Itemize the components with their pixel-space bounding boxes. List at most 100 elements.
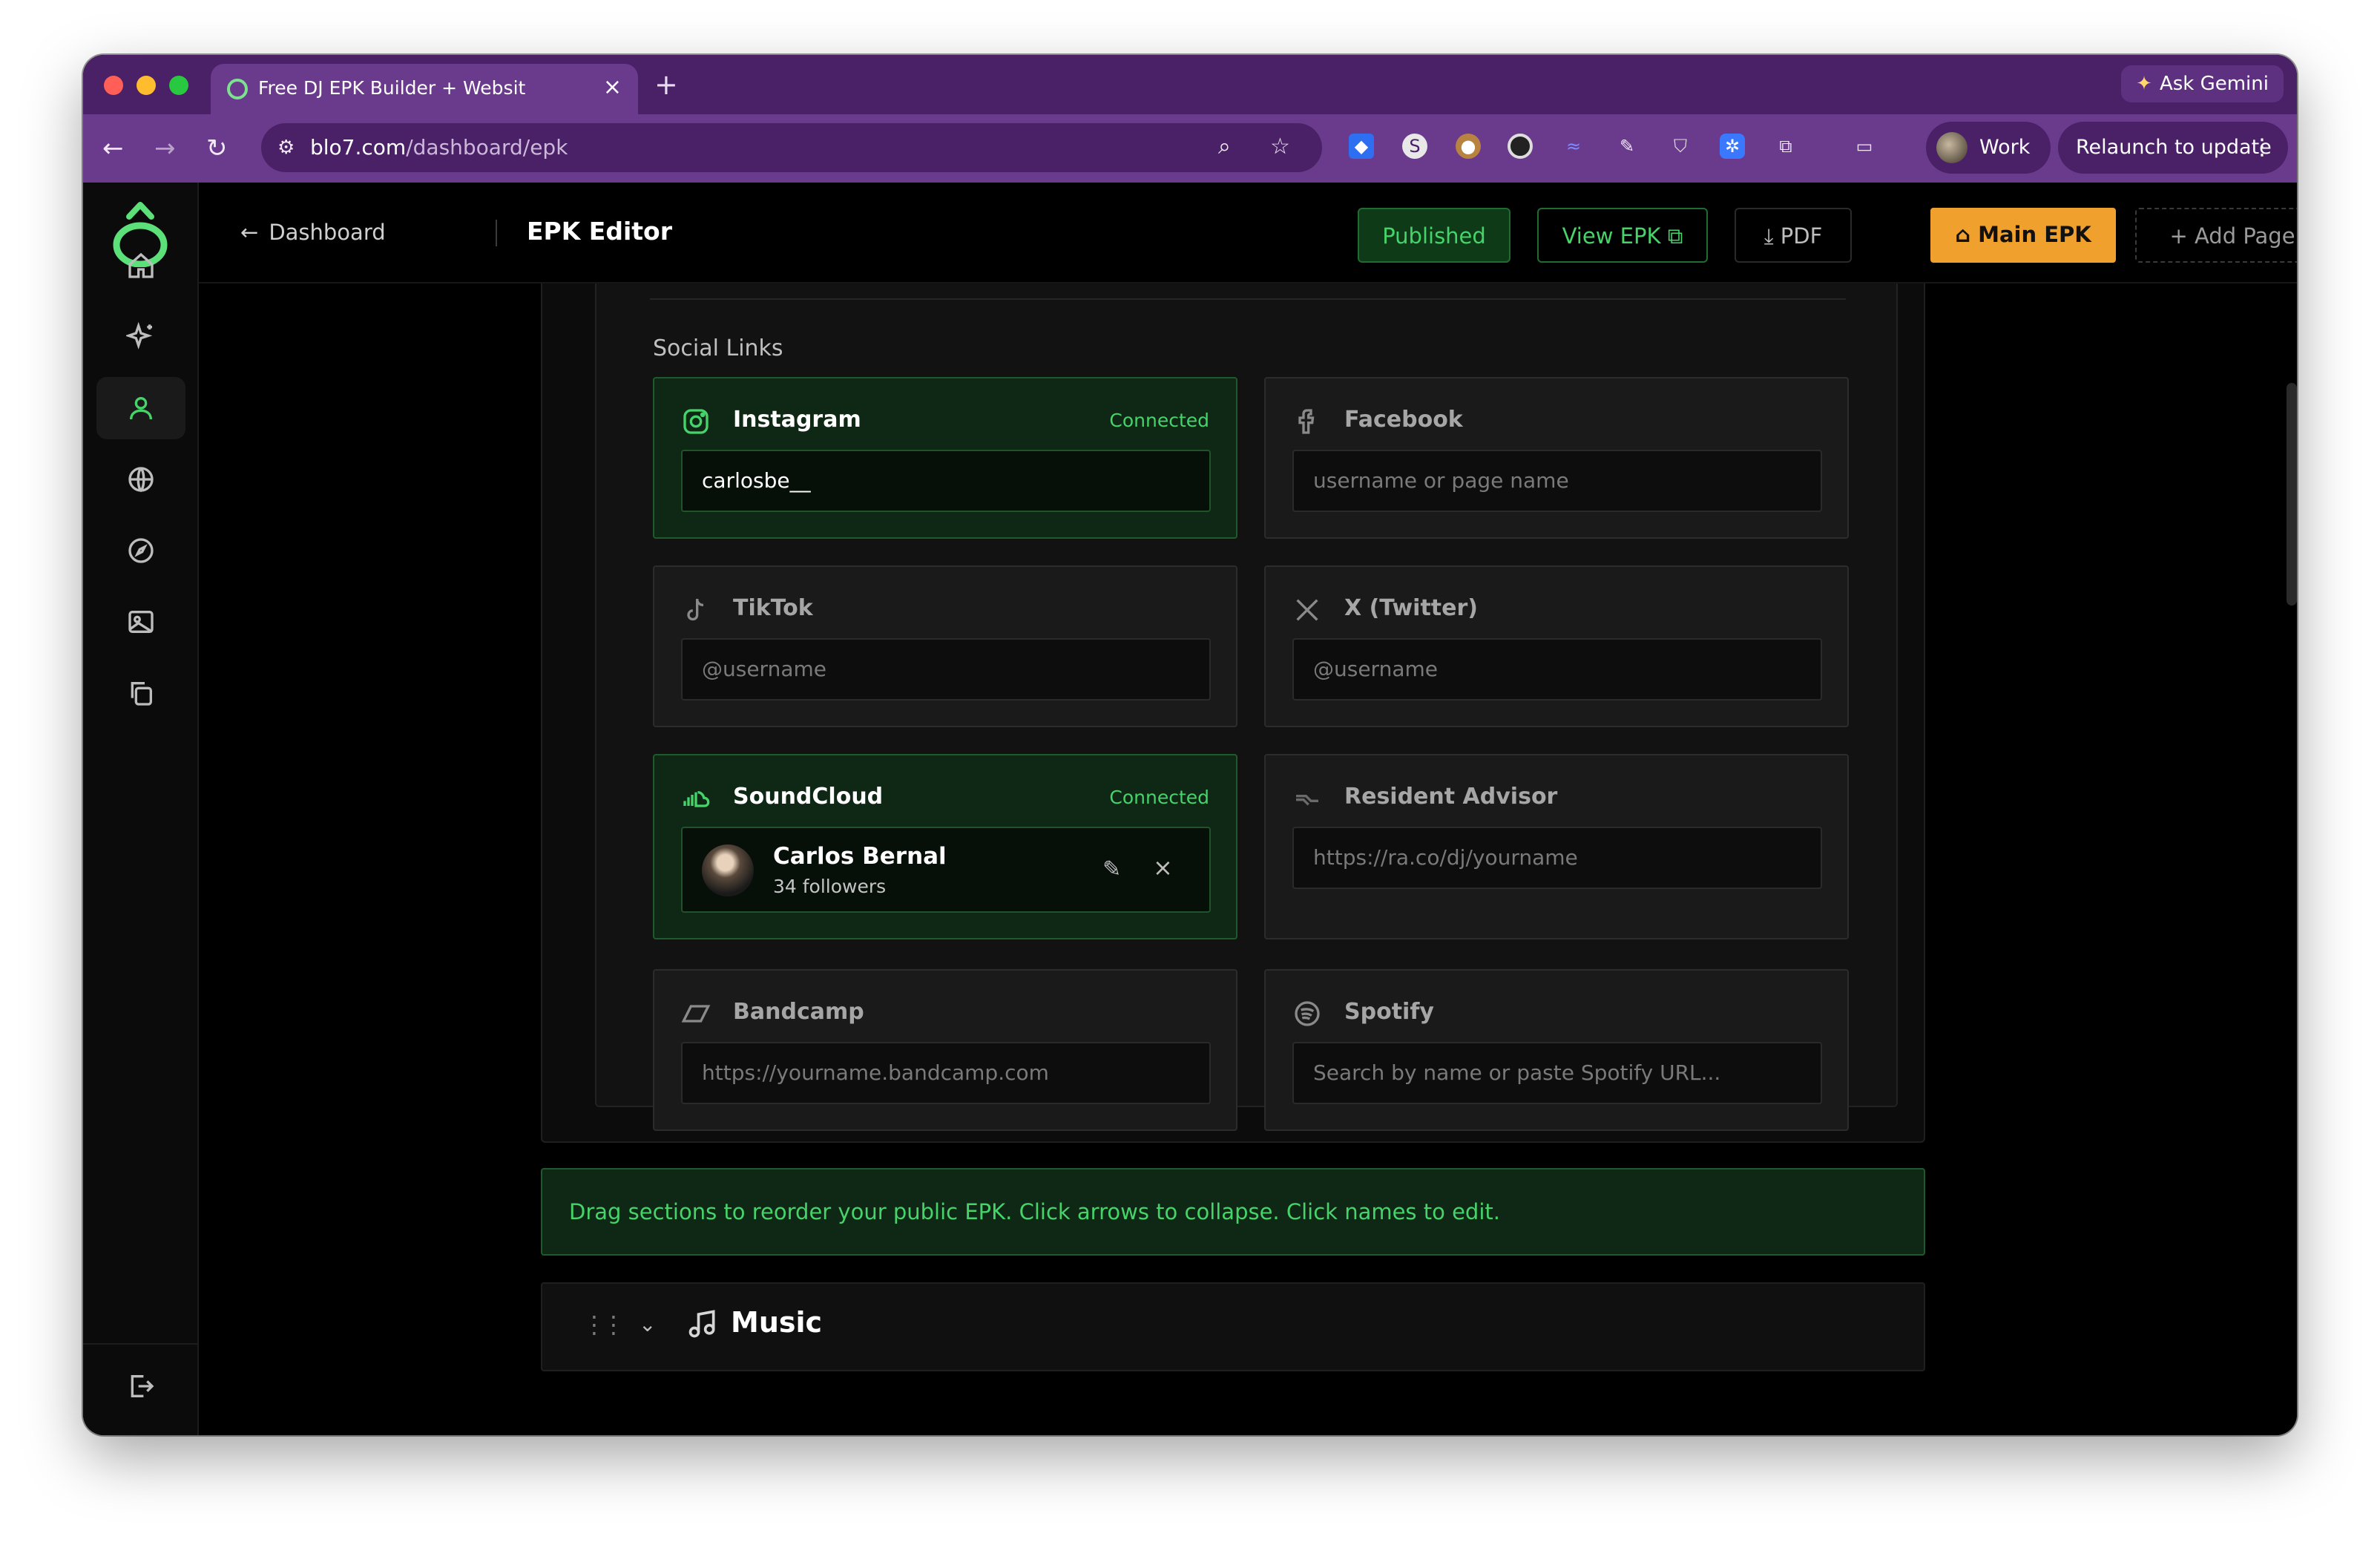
address-bar[interactable]: ⚙ blo7.com/dashboard/epk ⌕ ☆ xyxy=(261,123,1322,172)
published-status-button[interactable]: Published xyxy=(1358,208,1510,263)
main-epk-button[interactable]: ⌂ Main EPK xyxy=(1930,208,2116,263)
sidebar-item-profile[interactable] xyxy=(96,377,185,439)
sidebar-item-logout[interactable] xyxy=(96,1355,185,1417)
profile-avatar xyxy=(1936,132,1968,163)
panel-divider xyxy=(650,298,1846,300)
minimize-window-button[interactable] xyxy=(137,76,156,95)
back-arrow-icon: ← xyxy=(240,220,259,245)
facebook-input[interactable]: username or page name xyxy=(1292,450,1822,512)
extension-disc-icon[interactable] xyxy=(1508,134,1533,159)
page-title: EPK Editor xyxy=(527,217,672,246)
relaunch-button[interactable]: Relaunch to update ⋮ xyxy=(2058,122,2288,174)
sidebar-item-pages[interactable] xyxy=(96,662,185,724)
spotify-search-input[interactable]: Search by name or paste Spotify URL... xyxy=(1292,1042,1822,1104)
user-icon xyxy=(130,397,152,420)
resident-advisor-input[interactable]: https://ra.co/dj/yourname xyxy=(1292,827,1822,889)
avatar xyxy=(702,844,754,896)
sidebar-item-website[interactable] xyxy=(96,448,185,511)
bandcamp-input[interactable]: https://yourname.bandcamp.com xyxy=(681,1042,1211,1104)
pdf-label: PDF xyxy=(1780,223,1823,249)
page-scrollbar[interactable] xyxy=(2287,383,2297,606)
soundcloud-status: Connected xyxy=(1109,787,1209,808)
home-icon: ⌂ xyxy=(1955,222,1970,247)
drag-handle-icon[interactable]: ⋮⋮ xyxy=(582,1311,625,1339)
sparkles-icon xyxy=(126,322,153,350)
extension-wave-icon[interactable]: ≈ xyxy=(1561,134,1586,159)
sidebar-item-home[interactable] xyxy=(96,234,185,297)
bandcamp-icon xyxy=(681,1005,711,1023)
extension-pen-icon[interactable]: ✎ xyxy=(1614,134,1640,159)
sidebar-divider xyxy=(83,1343,199,1345)
extension-gear-icon[interactable]: ✲ xyxy=(1720,134,1745,159)
pdf-button[interactable]: ⤓ PDF xyxy=(1735,208,1852,263)
view-epk-button[interactable]: View EPK ⧉ xyxy=(1537,208,1708,263)
instagram-status: Connected xyxy=(1109,410,1209,431)
profile-label: Work xyxy=(1979,136,2031,159)
image-icon xyxy=(128,611,154,633)
extension-shield-icon[interactable]: ⛉ xyxy=(1668,134,1693,159)
spotify-card: Spotify Search by name or paste Spotify … xyxy=(1264,969,1849,1131)
new-tab-button[interactable]: + xyxy=(654,68,678,101)
close-icon[interactable]: × xyxy=(1153,853,1173,882)
tab-bar: Free DJ EPK Builder + Websit × + ✦ Ask Ge… xyxy=(83,55,2297,114)
editor-content: Social Links Instagram Connected carlosb… xyxy=(199,283,2297,1435)
zoom-icon[interactable]: ⌕ xyxy=(1218,134,1231,160)
tab-search-icon[interactable]: ▭ xyxy=(1852,134,1877,159)
twitter-card: X (Twitter) @username xyxy=(1264,565,1849,727)
chevron-down-icon[interactable]: ⌄ xyxy=(639,1312,656,1336)
back-label: Dashboard xyxy=(269,220,386,245)
instagram-input[interactable]: carlosbe__ xyxy=(681,450,1211,512)
instagram-label: Instagram xyxy=(733,407,861,433)
more-menu-icon[interactable]: ⋮ xyxy=(2251,122,2273,174)
extension-cookie-icon[interactable]: ● xyxy=(1456,134,1481,159)
music-note-icon xyxy=(688,1310,715,1338)
sidebar-item-ai[interactable] xyxy=(96,306,185,368)
ask-gemini-button[interactable]: ✦ Ask Gemini xyxy=(2121,65,2284,102)
extensions-puzzle-icon[interactable]: ⧉ xyxy=(1773,134,1798,159)
bookmark-star-icon[interactable]: ☆ xyxy=(1270,134,1290,160)
tiktok-input[interactable]: @username xyxy=(681,638,1211,701)
gemini-star-icon: ✦ xyxy=(2136,73,2152,95)
social-links-title: Social Links xyxy=(653,335,783,361)
site-info-icon[interactable]: ⚙ xyxy=(277,137,295,159)
compass-icon xyxy=(128,538,154,563)
back-arrow-icon[interactable]: ← xyxy=(102,134,124,163)
spotify-label: Spotify xyxy=(1344,999,1434,1025)
external-link-icon: ⧉ xyxy=(1667,223,1683,249)
extension-tag-icon[interactable]: ◆ xyxy=(1349,134,1374,159)
extension-s-icon[interactable]: S xyxy=(1402,134,1427,159)
twitter-input[interactable]: @username xyxy=(1292,638,1822,701)
reload-icon[interactable]: ↻ xyxy=(206,134,228,163)
music-section-title[interactable]: Music xyxy=(731,1306,822,1339)
logout-icon xyxy=(131,1375,154,1397)
back-to-dashboard-link[interactable]: ← Dashboard xyxy=(240,220,386,245)
reorder-hint-text: Drag sections to reorder your public EPK… xyxy=(569,1199,1500,1224)
browser-tab[interactable]: Free DJ EPK Builder + Websit × xyxy=(211,64,638,114)
maximize-window-button[interactable] xyxy=(169,76,188,95)
close-window-button[interactable] xyxy=(104,76,123,95)
main-epk-label: Main EPK xyxy=(1978,222,2091,247)
globe-icon xyxy=(128,467,154,493)
resident-advisor-label: Resident Advisor xyxy=(1344,784,1558,810)
add-page-button[interactable]: + Add Page xyxy=(2135,208,2297,263)
download-icon: ⤓ xyxy=(1763,223,1774,249)
pencil-icon[interactable]: ✎ xyxy=(1102,856,1121,882)
music-section-header[interactable]: ⋮⋮ ⌄ Music xyxy=(541,1282,1925,1371)
forward-arrow-icon[interactable]: → xyxy=(154,134,176,163)
ask-gemini-label: Ask Gemini xyxy=(2159,73,2269,95)
soundcloud-profile-card: Carlos Bernal 34 followers ✎ × xyxy=(681,827,1211,913)
url-text: blo7.com/dashboard/epk xyxy=(310,135,568,160)
profile-button[interactable]: Work xyxy=(1926,122,2051,174)
sidebar xyxy=(83,183,199,1435)
soundcloud-label: SoundCloud xyxy=(733,784,884,810)
browser-window: Free DJ EPK Builder + Websit × + ✦ Ask Ge… xyxy=(83,55,2297,1435)
bandcamp-label: Bandcamp xyxy=(733,999,864,1025)
tab-close-icon[interactable]: × xyxy=(603,74,622,100)
instagram-icon xyxy=(683,409,709,434)
reorder-hint-banner: Drag sections to reorder your public EPK… xyxy=(541,1168,1925,1256)
browser-toolbar: ← → ↻ ⚙ blo7.com/dashboard/epk ⌕ ☆ ◆ S ●… xyxy=(83,114,2297,183)
sidebar-item-media[interactable] xyxy=(96,591,185,653)
instagram-card: Instagram Connected carlosbe__ xyxy=(653,377,1237,539)
editor-header: ← Dashboard EPK Editor Published View EPK… xyxy=(199,183,2297,283)
sidebar-item-discover[interactable] xyxy=(96,519,185,582)
